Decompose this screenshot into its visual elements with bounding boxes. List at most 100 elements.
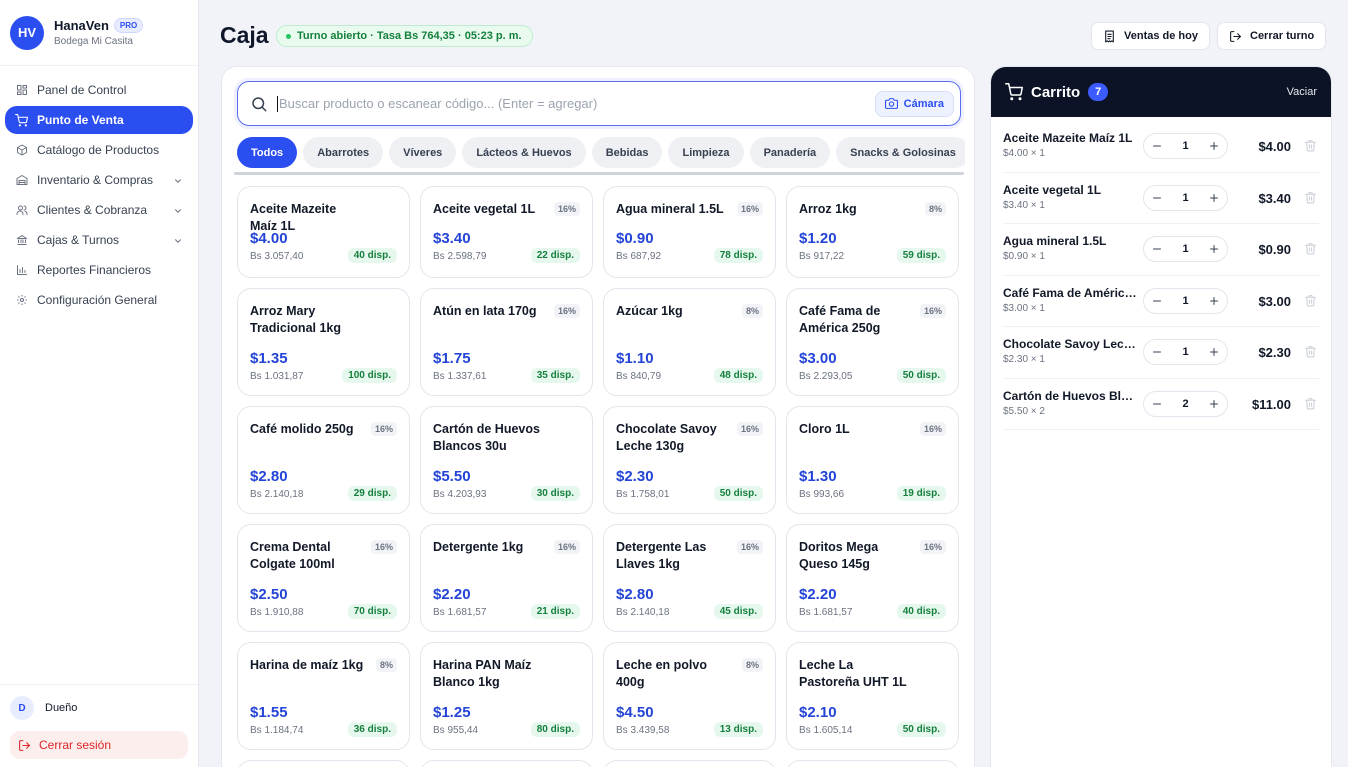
cart-item-unit: $3.40 × 1 (1003, 199, 1045, 211)
product-card[interactable]: Leche La Pastoreña UHT 1L $2.10 Bs 1.605,1… (786, 642, 959, 750)
product-card[interactable]: Harina PAN Maíz Blanco 1kg $1.25 Bs 955,44… (420, 642, 593, 750)
plus-icon[interactable] (1208, 295, 1220, 307)
product-card-partial[interactable] (786, 760, 959, 767)
product-card[interactable]: Aceite Mazeite Maíz 1L $4.00 Bs 3.057,40 40… (237, 186, 410, 278)
plus-icon[interactable] (1208, 192, 1220, 204)
category-tab-bebidas[interactable]: Bebidas (591, 137, 663, 168)
trash-icon[interactable] (1304, 242, 1317, 255)
sidebar-item-clientes-cobranza[interactable]: Clientes & Cobranza (5, 196, 193, 224)
product-name: Crema Dental Colgate 100ml (250, 540, 335, 571)
trash-icon[interactable] (1304, 397, 1317, 410)
minus-icon[interactable] (1151, 346, 1163, 358)
plus-icon[interactable] (1208, 346, 1220, 358)
category-tab-todos[interactable]: Todos (237, 137, 298, 168)
product-card[interactable]: Cloro 1L 16% $1.30 Bs 993,66 19 disp. (786, 406, 959, 514)
product-card[interactable]: Harina de maíz 1kg 8% $1.55 Bs 1.184,74 36 d… (237, 642, 410, 750)
product-card[interactable]: Detergente 1kg 16% $2.20 Bs 1.681,57 21 disp… (420, 524, 593, 632)
sidebar-item-label: Panel de Control (37, 83, 127, 97)
sidebar-item-cajas-turnos[interactable]: Cajas & Turnos (5, 226, 193, 254)
search-bar[interactable]: Buscar producto o escanear código... (En… (237, 81, 961, 126)
quantity-value[interactable]: 1 (1182, 346, 1188, 358)
camera-button[interactable]: Cámara (874, 90, 954, 117)
product-name: Atún en lata 170g (433, 304, 537, 318)
user-row[interactable]: D Dueño (10, 695, 188, 721)
product-card[interactable]: Atún en lata 170g 16% $1.75 Bs 1.337,61 35 d… (420, 288, 593, 396)
product-card[interactable]: Café Fama de América 250g 16% $3.00 Bs 2.29… (786, 288, 959, 396)
sidebar-item-punto-de-venta[interactable]: Punto de Venta (5, 106, 193, 134)
cart-item-unit: $5.50 × 2 (1003, 405, 1045, 417)
cart-item: Cartón de Huevos Blancos 30u $5.50 × 2 2 $1… (1003, 379, 1319, 430)
minus-icon[interactable] (1151, 398, 1163, 410)
trash-icon[interactable] (1304, 191, 1317, 204)
product-card-partial[interactable] (237, 760, 410, 767)
sidebar-item-label: Inventario & Compras (37, 173, 154, 187)
category-tab-limpieza[interactable]: Limpieza (668, 137, 744, 168)
trash-icon[interactable] (1304, 294, 1317, 307)
quantity-value[interactable]: 1 (1182, 243, 1188, 255)
sidebar-item-catalogo-de-productos[interactable]: Catálogo de Productos (5, 136, 193, 164)
product-grid: Aceite Mazeite Maíz 1L $4.00 Bs 3.057,40 40… (237, 186, 959, 767)
product-card[interactable]: Detergente Las Llaves 1kg 16% $2.80 Bs 2.14… (603, 524, 776, 632)
sales-today-label: Ventas de hoy (1124, 30, 1198, 42)
product-card[interactable]: Chocolate Savoy Leche 130g 16% $2.30 Bs 1.7… (603, 406, 776, 514)
product-card-partial[interactable] (420, 760, 593, 767)
tax-badge: 16% (919, 540, 946, 554)
plus-icon[interactable] (1208, 243, 1220, 255)
trash-icon[interactable] (1304, 345, 1317, 358)
product-card[interactable]: Leche en polvo 400g 8% $4.50 Bs 3.439,58 13 … (603, 642, 776, 750)
tax-badge: 8% (375, 658, 397, 672)
minus-icon[interactable] (1151, 243, 1163, 255)
category-tab-abarrotes[interactable]: Abarrotes (303, 137, 384, 168)
close-shift-button[interactable]: Cerrar turno (1217, 22, 1327, 50)
pro-badge: PRO (113, 18, 144, 33)
shift-status-badge: Turno abierto · Tasa Bs 764,35 · 05:23 p… (276, 25, 533, 47)
trash-icon[interactable] (1304, 139, 1317, 152)
quantity-value[interactable]: 1 (1182, 295, 1188, 307)
sidebar-item-configuracion-general[interactable]: Configuración General (5, 286, 193, 314)
search-input[interactable]: Buscar producto o escanear código... (En… (277, 95, 875, 112)
plus-icon[interactable] (1208, 140, 1220, 152)
cart-item-unit: $3.00 × 1 (1003, 302, 1045, 314)
product-card-partial[interactable] (603, 760, 776, 767)
clear-cart-button[interactable]: Vaciar (1287, 86, 1317, 98)
sidebar-item-panel-de-control[interactable]: Panel de Control (5, 76, 193, 104)
stock-badge: 30 disp. (530, 486, 580, 501)
product-card[interactable]: Cartón de Huevos Blancos 30u $5.50 Bs 4.20… (420, 406, 593, 514)
category-tab-panaderia[interactable]: Panadería (749, 137, 831, 168)
product-price-bs: Bs 1.681,57 (433, 607, 487, 618)
minus-icon[interactable] (1151, 140, 1163, 152)
product-price-bs: Bs 1.681,57 (799, 607, 853, 618)
user-avatar: D (10, 696, 34, 720)
quantity-value[interactable]: 1 (1182, 192, 1188, 204)
minus-icon[interactable] (1151, 295, 1163, 307)
product-card[interactable]: Azúcar 1kg 8% $1.10 Bs 840,79 48 disp. (603, 288, 776, 396)
tax-badge: 8% (741, 658, 763, 672)
logout-button[interactable]: Cerrar sesión (10, 731, 188, 759)
product-card[interactable]: Agua mineral 1.5L 16% $0.90 Bs 687,92 78 dis… (603, 186, 776, 278)
category-scrollbar[interactable] (234, 172, 964, 175)
product-card[interactable]: Doritos Mega Queso 145g 16% $2.20 Bs 1.681,… (786, 524, 959, 632)
product-card[interactable]: Crema Dental Colgate 100ml 16% $2.50 Bs 1.9… (237, 524, 410, 632)
product-card[interactable]: Café molido 250g 16% $2.80 Bs 2.140,18 29 di… (237, 406, 410, 514)
quantity-value[interactable]: 1 (1182, 140, 1188, 152)
category-tab-viveres[interactable]: Víveres (389, 137, 457, 168)
tax-badge: 16% (919, 304, 946, 318)
plus-icon[interactable] (1208, 398, 1220, 410)
minus-icon[interactable] (1151, 192, 1163, 204)
store-name: Bodega Mi Casita (54, 36, 133, 47)
cart-item-unit: $2.30 × 1 (1003, 354, 1045, 365)
cart-item: Aceite Mazeite Maíz 1L $4.00 × 1 1 $4.00 (1003, 121, 1319, 173)
product-card[interactable]: Aceite vegetal 1L 16% $3.40 Bs 2.598,79 22 d… (420, 186, 593, 278)
category-tab-snacks-golosinas[interactable]: Snacks & Golosinas (836, 137, 965, 168)
product-card[interactable]: Arroz 1kg 8% $1.20 Bs 917,22 59 disp. (786, 186, 959, 278)
sidebar-item-inventario-compras[interactable]: Inventario & Compras (5, 166, 193, 194)
sidebar-item-reportes-financieros[interactable]: Reportes Financieros (5, 256, 193, 284)
product-card[interactable]: Arroz Mary Tradicional 1kg $1.35 Bs 1.031,… (237, 288, 410, 396)
sales-today-button[interactable]: Ventas de hoy (1091, 22, 1210, 50)
quantity-stepper: 2 (1143, 390, 1228, 417)
product-name: Café Fama de América 250g (799, 304, 881, 335)
quantity-stepper: 1 (1143, 184, 1228, 211)
category-tab-lacteos-huevos[interactable]: Lácteos & Huevos (462, 137, 586, 168)
quantity-value[interactable]: 2 (1182, 398, 1188, 410)
stock-badge: 59 disp. (896, 248, 946, 263)
